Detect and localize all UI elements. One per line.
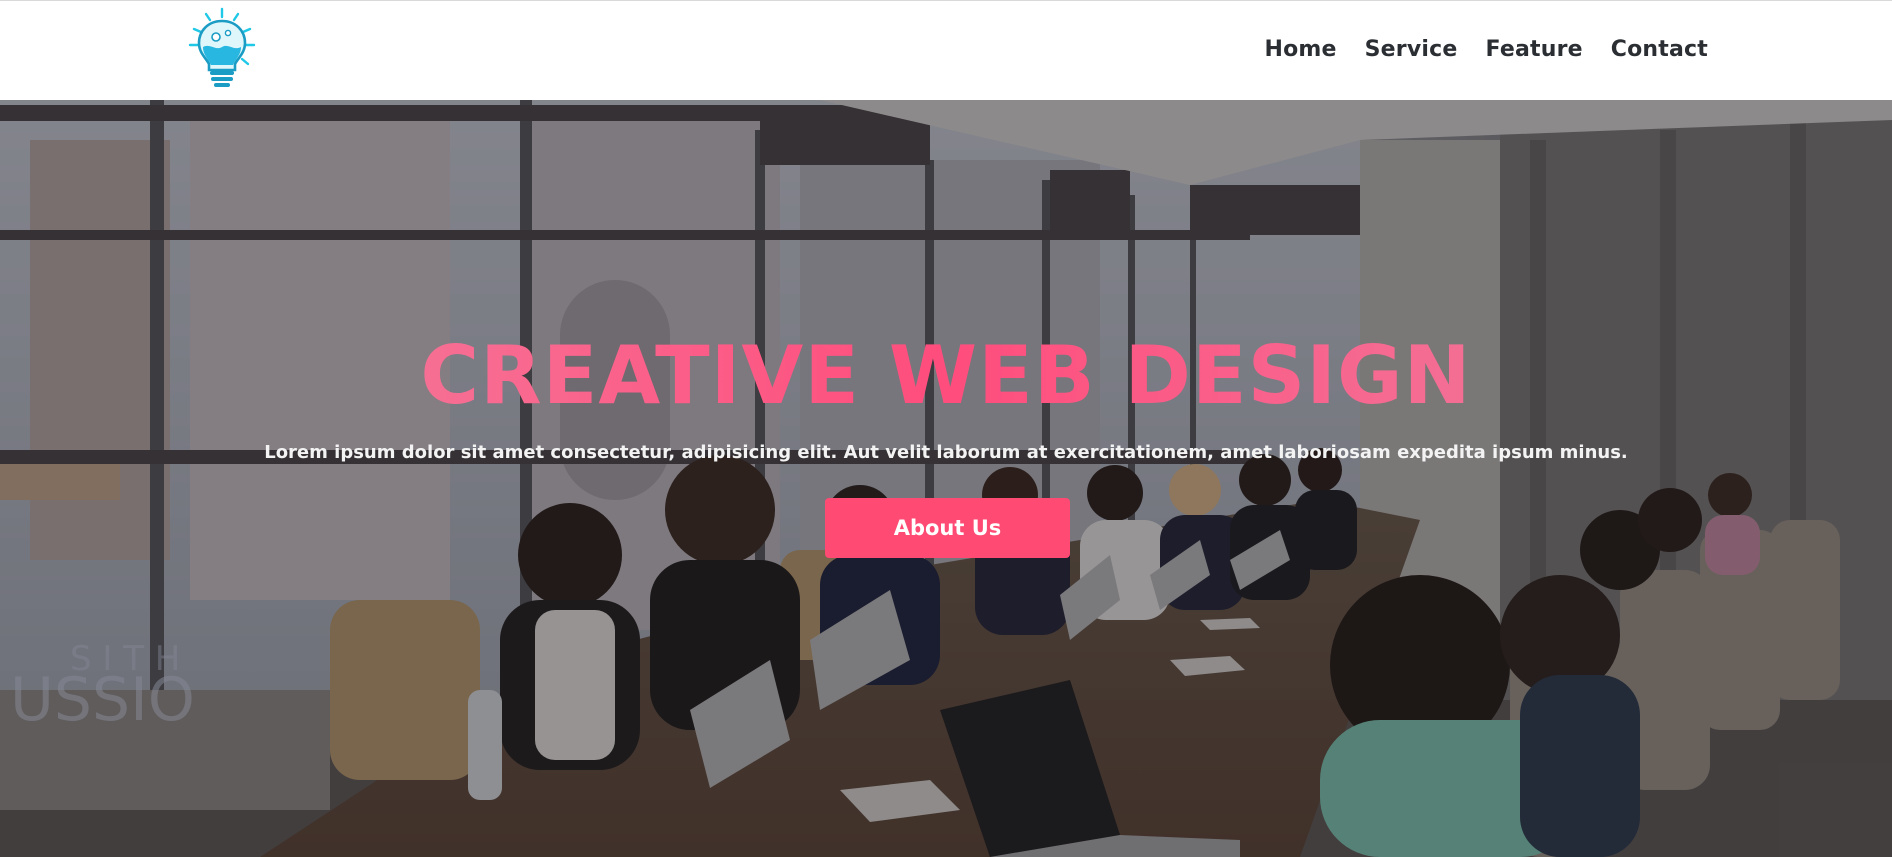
lightbulb-icon[interactable] [186,7,258,89]
about-us-button[interactable]: About Us [825,498,1070,558]
main-nav: Home Service Feature Contact [1264,37,1708,62]
hero-subtitle: Lorem ipsum dolor sit amet consectetur, … [264,442,1628,463]
hero-content: CREATIVE WEB DESIGN Lorem ipsum dolor si… [0,100,1892,857]
nav-home[interactable]: Home [1264,37,1336,62]
nav-service[interactable]: Service [1365,37,1458,62]
site-header: Home Service Feature Contact [0,0,1892,100]
hero-section: USSIO S I T H CREATIVE WEB DESIGN Lorem … [0,100,1892,857]
nav-feature[interactable]: Feature [1485,37,1582,62]
hero-title: CREATIVE WEB DESIGN [0,328,1892,424]
nav-contact[interactable]: Contact [1611,37,1708,62]
